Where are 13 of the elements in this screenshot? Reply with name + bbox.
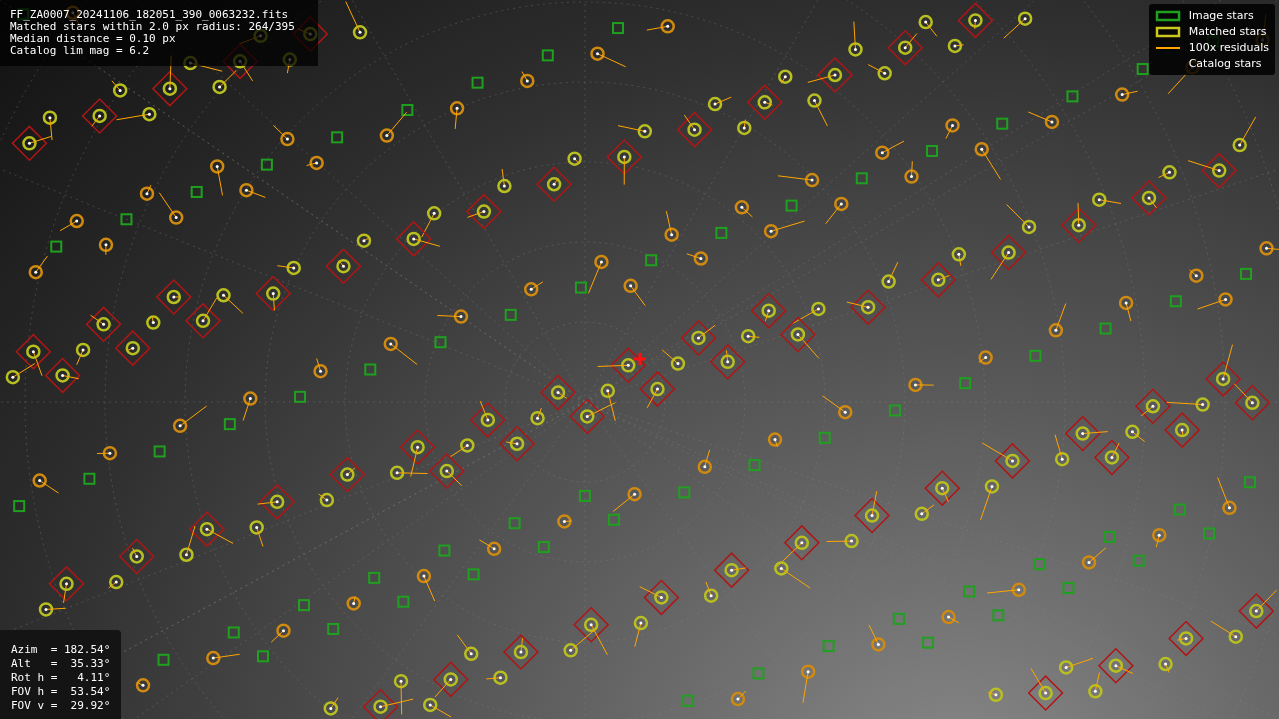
pointing-text: Alt = 35.33°	[11, 657, 110, 670]
legend-label: Image stars	[1188, 9, 1254, 22]
info-text: FF_ZA0007_20241106_182051_390_0063232.fits	[10, 9, 290, 21]
pointing-text: Rot h = 4.11°	[11, 671, 110, 684]
pointing-text: Azim = 182.54°	[11, 643, 110, 656]
info-text: Matched stars within 2.0 px radius: 264/395	[10, 21, 296, 33]
legend-label: Matched stars	[1188, 25, 1267, 38]
legend-label: 100x residuals	[1188, 41, 1269, 54]
info-text: Catalog lim mag = 6.2	[10, 45, 151, 57]
pointing-text: FOV v = 29.92°	[11, 699, 110, 712]
info-text: Median distance = 0.10 px	[10, 33, 177, 45]
pointing-text: FOV h = 53.54°	[11, 685, 110, 698]
legend-label: Catalog stars	[1188, 57, 1262, 70]
